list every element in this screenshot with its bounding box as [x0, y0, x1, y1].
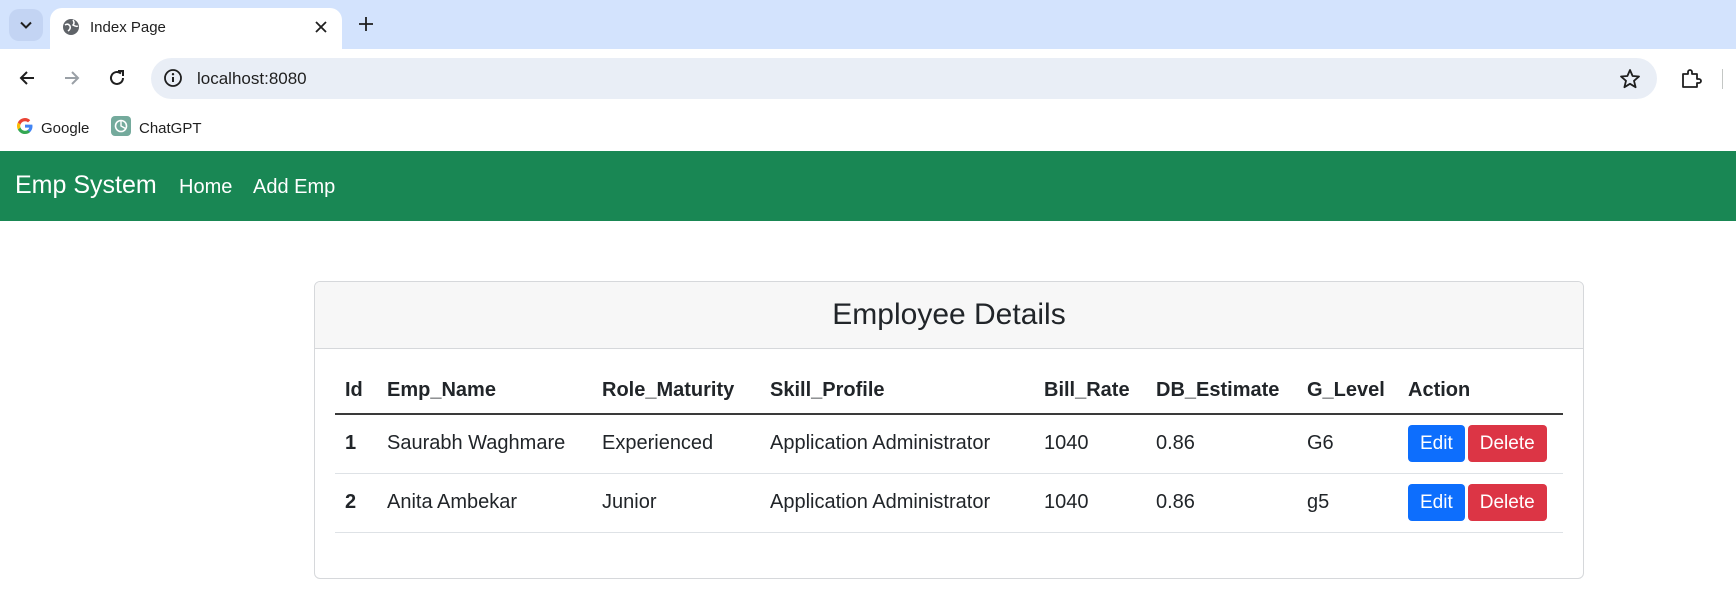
col-header-role-maturity: Role_Maturity [592, 368, 760, 415]
chatgpt-icon [111, 116, 131, 140]
tab-search-icon[interactable] [9, 9, 43, 41]
star-icon[interactable] [1619, 68, 1641, 95]
cell-db-estimate: 0.86 [1146, 414, 1297, 474]
delete-button[interactable]: Delete [1467, 484, 1547, 521]
nav-link-home[interactable]: Home [179, 176, 232, 199]
col-header-bill-rate: Bill_Rate [1034, 368, 1146, 415]
cell-id: 1 [335, 414, 377, 474]
col-header-db-estimate: DB_Estimate [1146, 368, 1297, 415]
address-bar[interactable]: localhost:8080 [151, 58, 1657, 99]
cell-action: Edit Delete [1398, 414, 1563, 474]
nav-link-add-emp[interactable]: Add Emp [253, 176, 335, 199]
edit-button[interactable]: Edit [1408, 484, 1465, 521]
bookmark-label: Google [41, 119, 90, 137]
toolbar-divider [1722, 69, 1723, 89]
info-icon[interactable] [163, 68, 183, 93]
plus-icon[interactable] [354, 12, 378, 36]
col-header-emp-name: Emp_Name [377, 368, 592, 415]
reload-icon[interactable] [105, 66, 129, 90]
table-row: 2 Anita Ambekar Junior Application Admin… [335, 473, 1563, 533]
cell-db-estimate: 0.86 [1146, 473, 1297, 533]
bookmark-google[interactable]: Google [17, 117, 89, 139]
close-icon[interactable] [312, 18, 330, 41]
col-header-id: Id [335, 368, 377, 415]
tab-index-page[interactable]: Index Page [50, 8, 342, 49]
cell-bill-rate: 1040 [1034, 414, 1146, 474]
cell-emp-name: Saurabh Waghmare [377, 414, 592, 474]
col-header-action: Action [1398, 368, 1563, 415]
cell-role-maturity: Experienced [592, 414, 760, 474]
navbar-brand[interactable]: Emp System [15, 171, 157, 200]
col-header-skill-profile: Skill_Profile [760, 368, 1034, 415]
forward-icon[interactable] [60, 66, 84, 90]
cell-emp-name: Anita Ambekar [377, 473, 592, 533]
table-row: 1 Saurabh Waghmare Experienced Applicati… [335, 414, 1563, 474]
back-icon[interactable] [15, 66, 39, 90]
browser-toolbar: localhost:8080 [0, 49, 1736, 107]
card-header: Employee Details [315, 282, 1583, 349]
bookmarks-bar: Google ChatGPT [0, 107, 1736, 151]
employee-table: Id Emp_Name Role_Maturity Skill_Profile … [335, 368, 1563, 533]
table-header-row: Id Emp_Name Role_Maturity Skill_Profile … [335, 368, 1563, 415]
cell-id: 2 [335, 473, 377, 533]
extensions-icon[interactable] [1679, 66, 1703, 95]
cell-g-level: g5 [1297, 473, 1398, 533]
bookmark-label: ChatGPT [139, 119, 202, 137]
edit-button[interactable]: Edit [1408, 425, 1465, 463]
employee-card: Employee Details Id Emp_Name Role_Maturi… [314, 281, 1584, 579]
delete-button[interactable]: Delete [1467, 425, 1547, 463]
tab-title: Index Page [90, 19, 166, 36]
cell-bill-rate: 1040 [1034, 473, 1146, 533]
url-text: localhost:8080 [197, 69, 307, 88]
bookmark-chatgpt[interactable]: ChatGPT [111, 116, 202, 140]
card-title: Employee Details [832, 298, 1066, 331]
cell-role-maturity: Junior [592, 473, 760, 533]
cell-action: Edit Delete [1398, 473, 1563, 533]
cell-g-level: G6 [1297, 414, 1398, 474]
app-navbar: Emp System Home Add Emp [0, 151, 1736, 221]
tab-strip: Index Page [0, 0, 1736, 49]
globe-icon [62, 18, 80, 41]
cell-skill-profile: Application Administrator [760, 473, 1034, 533]
col-header-g-level: G_Level [1297, 368, 1398, 415]
cell-skill-profile: Application Administrator [760, 414, 1034, 474]
google-icon [17, 118, 33, 138]
